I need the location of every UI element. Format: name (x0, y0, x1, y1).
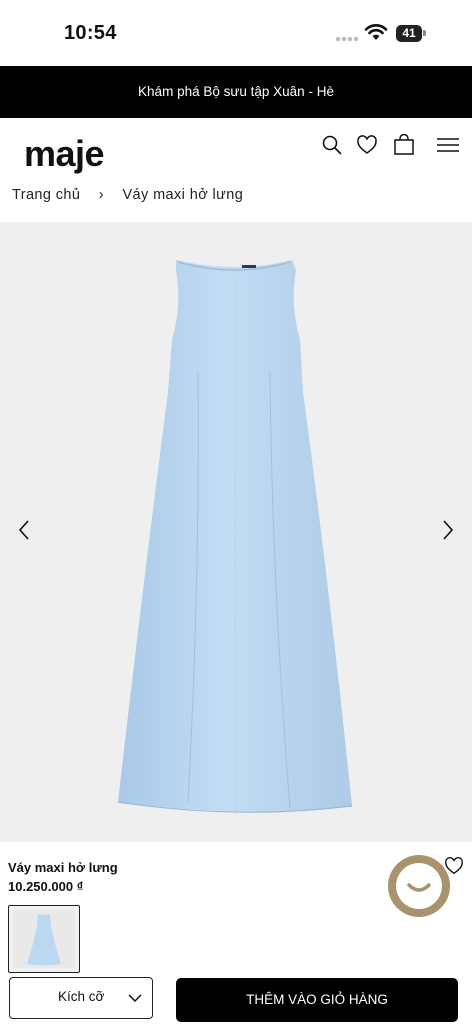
next-image-arrow[interactable] (440, 518, 456, 542)
promo-banner[interactable]: Khám phá Bộ sưu tập Xuân - Hè (0, 66, 472, 118)
breadcrumb-current: Váy maxi hở lưng (122, 187, 244, 203)
search-icon[interactable] (321, 134, 343, 156)
signal-icon (335, 36, 359, 42)
heart-icon[interactable] (356, 134, 378, 156)
menu-icon[interactable] (437, 137, 459, 153)
product-image (117, 260, 353, 815)
battery-tip (423, 30, 426, 36)
prev-image-arrow[interactable] (16, 518, 32, 542)
chat-button[interactable] (388, 855, 450, 917)
breadcrumb-separator: › (98, 187, 105, 203)
label-tag (242, 265, 256, 268)
breadcrumb: Trang chủ › Váy maxi hở lưng (12, 187, 243, 203)
wishlist-heart-icon[interactable] (444, 856, 464, 876)
size-label: Kích cỡ (58, 989, 105, 1004)
bag-icon[interactable] (393, 134, 415, 156)
brand-logo[interactable]: maje (24, 134, 105, 174)
size-selector[interactable]: Kích cỡ (9, 977, 153, 1019)
product-thumbnail[interactable] (8, 905, 80, 973)
breadcrumb-home[interactable]: Trang chủ (12, 187, 80, 203)
site-header: maje (0, 118, 472, 184)
status-bar: 10:54 41 (0, 0, 472, 66)
chat-smiley-icon (396, 863, 442, 909)
status-time: 10:54 (64, 22, 117, 44)
battery-icon: 41 (396, 25, 422, 42)
wifi-icon (364, 24, 388, 40)
chevron-down-icon (128, 994, 142, 1003)
product-name: Váy maxi hở lưng (8, 860, 118, 875)
product-price: 10.250.000 ₫ (8, 879, 84, 894)
add-to-cart-button[interactable]: THÊM VÀO GIỎ HÀNG (176, 978, 458, 1022)
product-gallery[interactable] (0, 222, 472, 842)
thumbnail-image (13, 910, 75, 968)
